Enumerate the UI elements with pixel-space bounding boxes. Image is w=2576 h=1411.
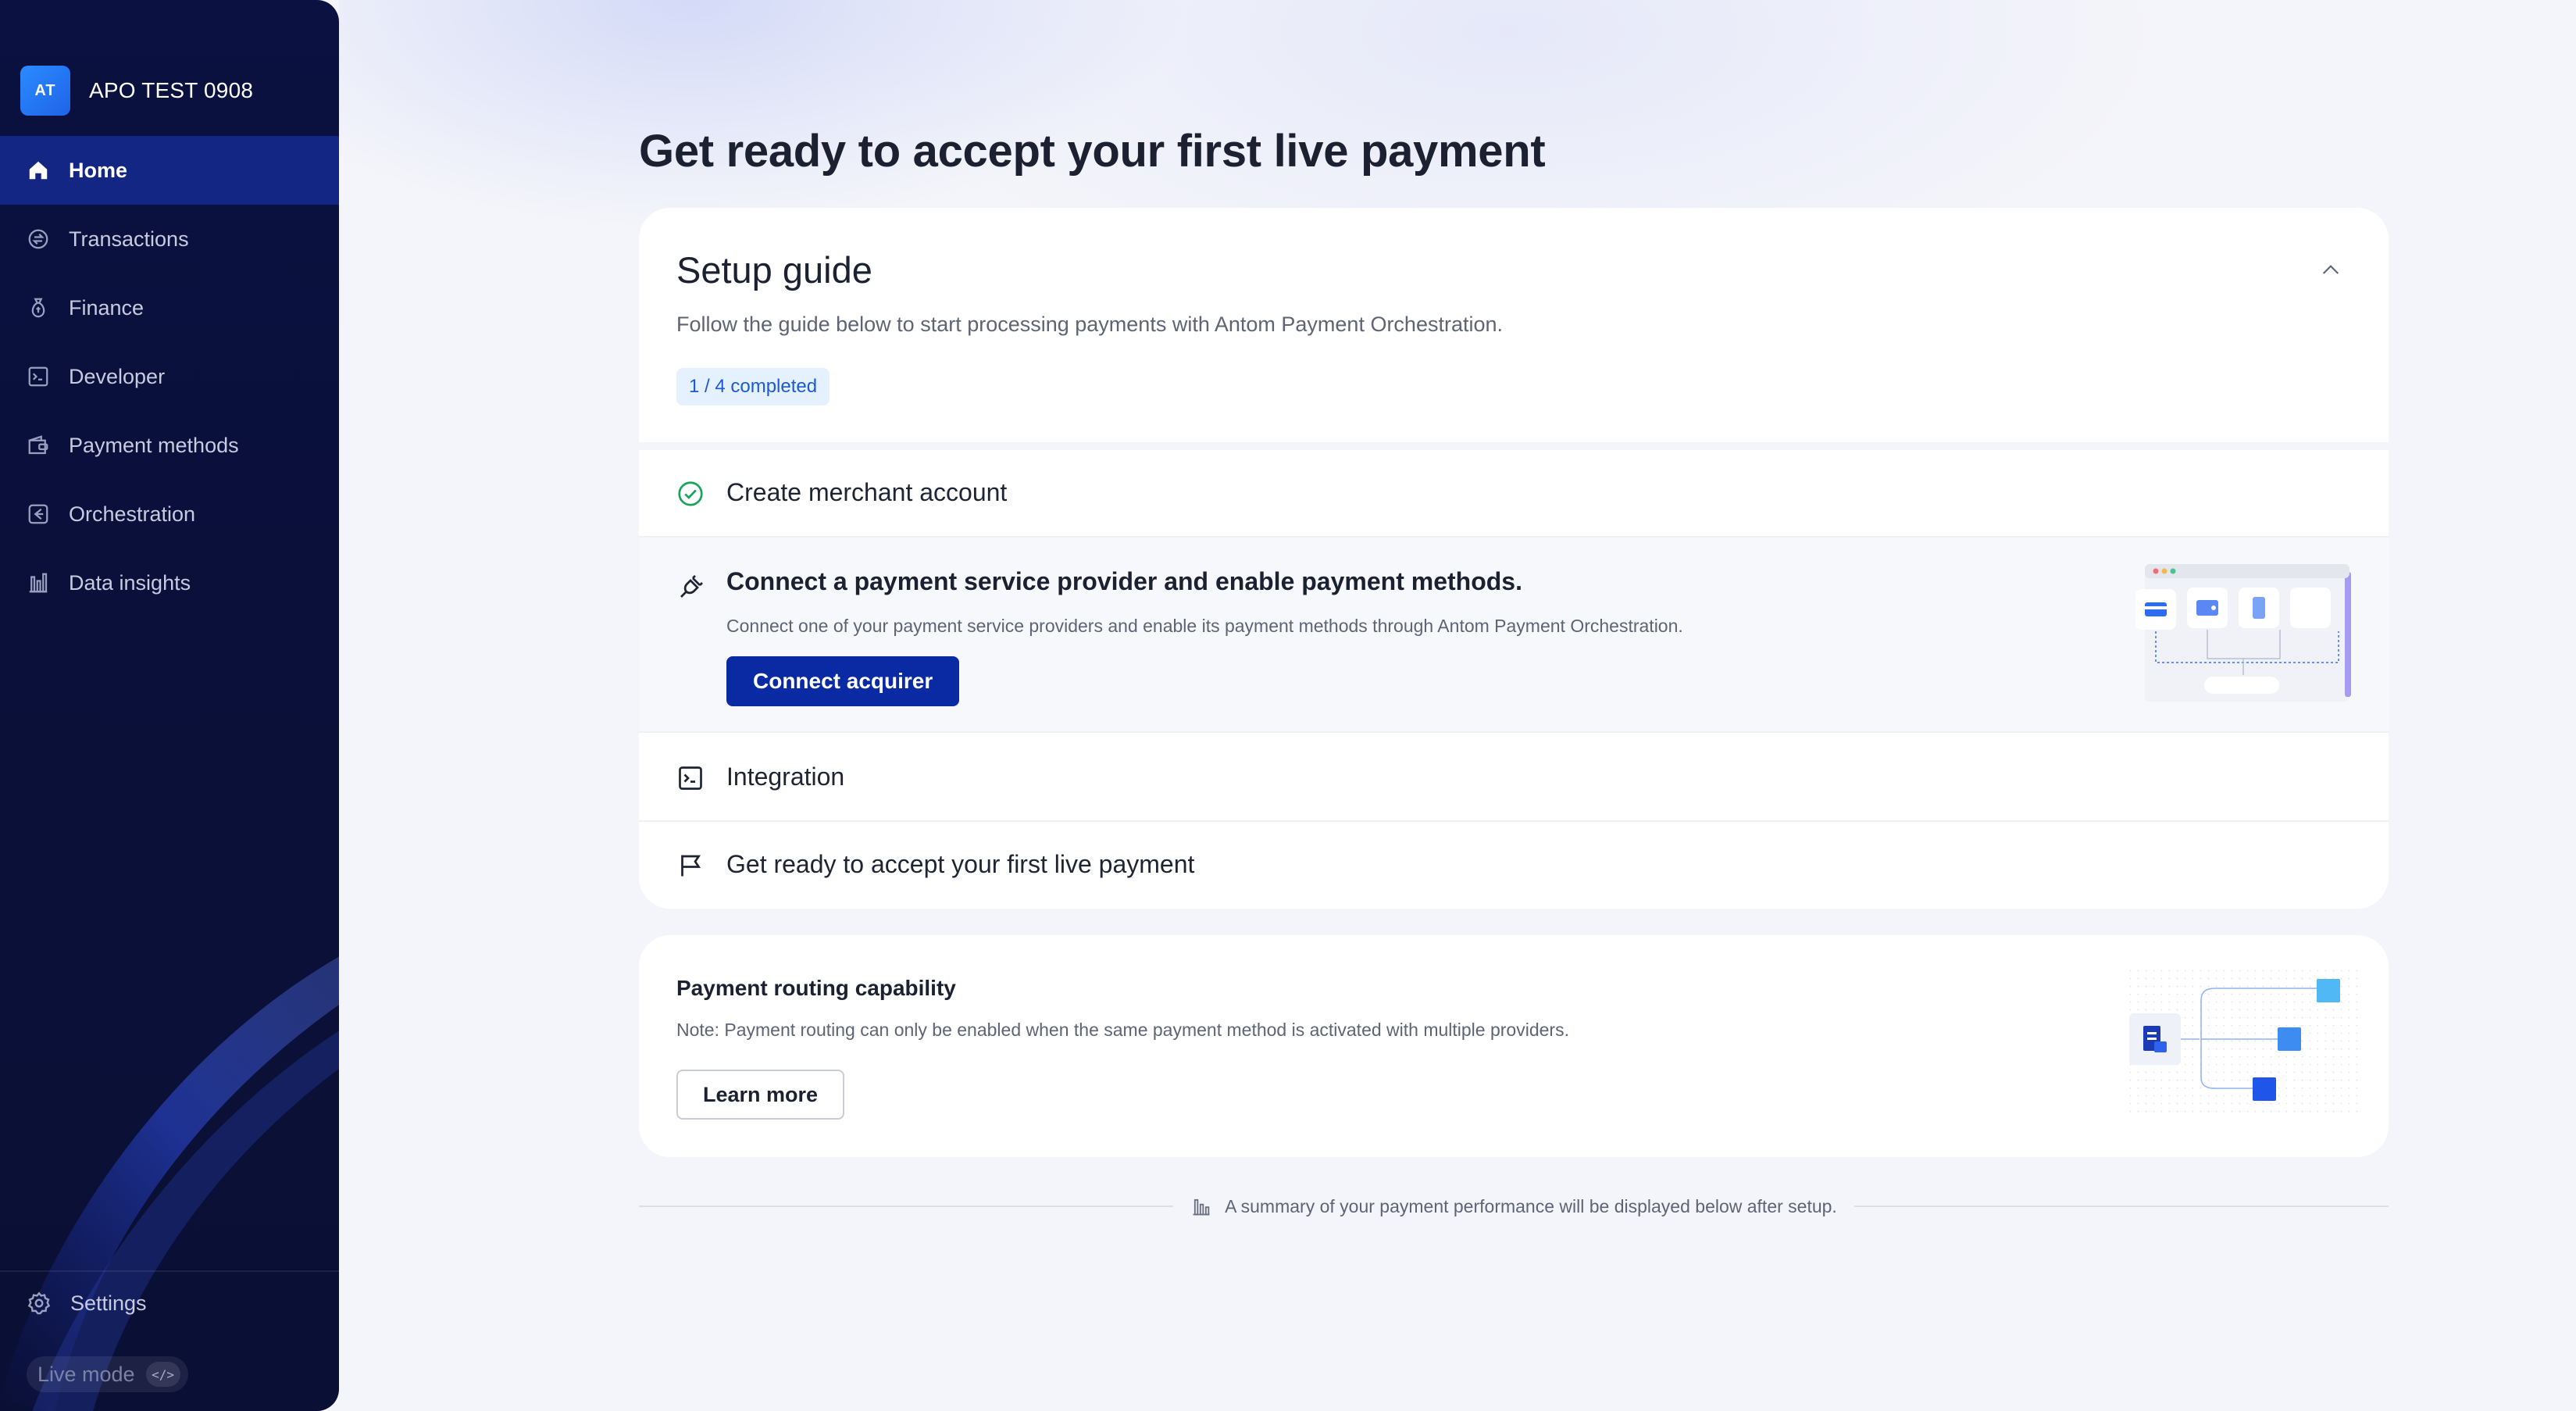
sidebar-item-label: Developer bbox=[69, 364, 166, 388]
plug-icon bbox=[680, 575, 703, 598]
sidebar-item-label: Payment methods bbox=[69, 433, 239, 457]
transactions-icon bbox=[28, 229, 48, 249]
sidebar-item-finance[interactable]: Finance bbox=[0, 273, 339, 342]
payment-routing-card: Payment routing capability Note: Payment… bbox=[639, 935, 2389, 1157]
org-avatar: AT bbox=[20, 66, 70, 116]
sidebar-item-payment-methods[interactable]: Payment methods bbox=[0, 411, 339, 480]
setup-guide-card: Setup guide Follow the guide below to st… bbox=[639, 208, 2389, 909]
routing-illustration bbox=[2129, 970, 2364, 1118]
home-icon bbox=[29, 161, 48, 180]
payment-methods-illustration bbox=[2135, 564, 2351, 702]
divider bbox=[639, 1206, 1174, 1207]
sidebar-item-label: Data insights bbox=[69, 570, 191, 595]
check-circle-icon bbox=[678, 481, 703, 506]
orchestration-icon bbox=[28, 504, 48, 524]
sidebar-divider bbox=[0, 1270, 339, 1272]
step-description: Connect one of your payment service prov… bbox=[726, 616, 1683, 636]
step-integration[interactable]: Integration bbox=[639, 733, 2389, 822]
code-icon: </> bbox=[145, 1362, 180, 1387]
sidebar-decoration bbox=[0, 956, 339, 1411]
setup-guide-description: Follow the guide below to start processi… bbox=[676, 313, 1504, 336]
live-mode-toggle[interactable]: Live mode </> bbox=[27, 1356, 188, 1392]
summary-note: A summary of your payment performance wi… bbox=[1190, 1195, 1837, 1217]
page-title: Get ready to accept your first live paym… bbox=[639, 126, 1546, 177]
progress-badge: 1 / 4 completed bbox=[676, 368, 830, 405]
sidebar-item-home[interactable]: Home bbox=[0, 136, 339, 205]
sidebar: AT APO TEST 0908 Home Transactions Finan… bbox=[0, 0, 339, 1411]
sidebar-item-data-insights[interactable]: Data insights bbox=[0, 548, 339, 617]
chevron-up-icon[interactable] bbox=[2318, 258, 2343, 283]
chart-icon bbox=[29, 573, 48, 593]
org-switcher[interactable]: AT APO TEST 0908 bbox=[20, 66, 253, 116]
step-create-merchant-account[interactable]: Create merchant account bbox=[639, 450, 2389, 538]
divider bbox=[639, 442, 2389, 450]
terminal-icon bbox=[679, 766, 702, 790]
routing-note: Note: Payment routing can only be enable… bbox=[676, 1020, 1569, 1040]
org-name: APO TEST 0908 bbox=[89, 78, 254, 102]
settings-label: Settings bbox=[70, 1291, 147, 1315]
learn-more-button[interactable]: Learn more bbox=[676, 1070, 845, 1120]
setup-guide-header: Setup guide Follow the guide below to st… bbox=[639, 208, 2389, 442]
summary-note-text: A summary of your payment performance wi… bbox=[1225, 1195, 1837, 1216]
developer-icon bbox=[28, 366, 48, 387]
sidebar-nav: Home Transactions Finance Developer Paym… bbox=[0, 136, 339, 617]
live-mode-label: Live mode bbox=[37, 1362, 135, 1386]
sidebar-item-label: Finance bbox=[69, 295, 144, 320]
step-connect-psp: Connect a payment service provider and e… bbox=[639, 538, 2389, 733]
sidebar-item-label: Home bbox=[69, 158, 128, 182]
sidebar-item-label: Transactions bbox=[69, 227, 189, 251]
step-go-live[interactable]: Get ready to accept your first live paym… bbox=[639, 822, 2389, 909]
sidebar-item-orchestration[interactable]: Orchestration bbox=[0, 480, 339, 548]
flag-icon bbox=[681, 855, 701, 877]
sidebar-item-transactions[interactable]: Transactions bbox=[0, 205, 339, 273]
setup-guide-title: Setup guide bbox=[676, 249, 872, 291]
step-title: Get ready to accept your first live paym… bbox=[726, 850, 1195, 878]
wallet-icon bbox=[28, 435, 48, 455]
step-title: Integration bbox=[726, 763, 845, 791]
connect-acquirer-button[interactable]: Connect acquirer bbox=[726, 656, 960, 706]
sidebar-item-settings[interactable]: Settings bbox=[27, 1291, 147, 1316]
summary-note-row: A summary of your payment performance wi… bbox=[639, 1192, 2389, 1220]
finance-icon bbox=[31, 298, 45, 318]
step-title: Connect a payment service provider and e… bbox=[726, 567, 1522, 595]
gear-icon bbox=[27, 1291, 51, 1315]
divider bbox=[1854, 1206, 2389, 1207]
step-title: Create merchant account bbox=[726, 478, 1008, 506]
sidebar-item-developer[interactable]: Developer bbox=[0, 342, 339, 411]
sidebar-item-label: Orchestration bbox=[69, 502, 196, 526]
routing-title: Payment routing capability bbox=[676, 976, 956, 1000]
chart-icon bbox=[1193, 1198, 1210, 1216]
